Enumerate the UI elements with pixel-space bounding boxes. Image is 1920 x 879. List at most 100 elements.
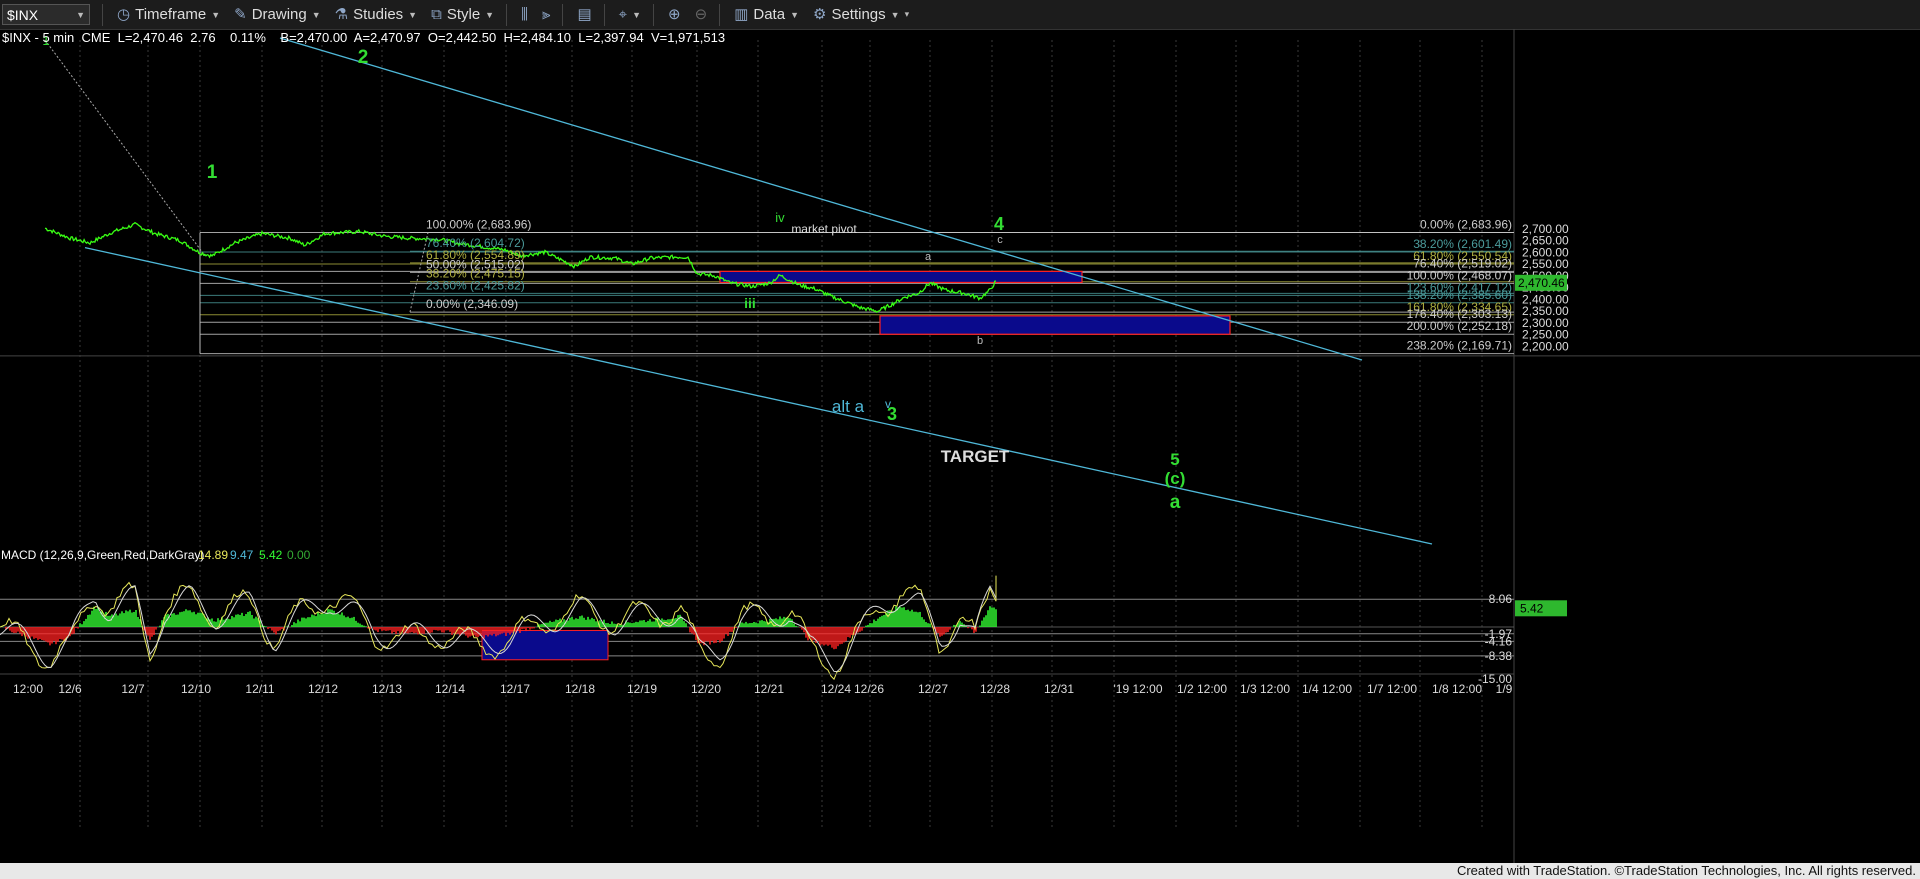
time-tick-label: 1/3 12:00 [1240,682,1290,696]
chevron-down-icon: ▼ [890,9,900,20]
info-bid: B=2,470.00 [280,30,348,45]
zoom-out-icon: ⊖ [694,6,708,23]
time-tick-label: 12/7 [121,682,145,696]
macd-value-1: 14.89 [198,548,228,562]
info-exchange: CME [81,30,111,45]
macd-tick-label: -8.38 [1485,649,1513,663]
target-label: TARGET [941,447,1010,466]
data-menu[interactable]: ▥ Data ▼ [734,6,799,23]
time-tick-label: 12:00 [13,682,43,696]
timeframe-menu[interactable]: ◷ Timeframe ▼ [117,6,220,23]
macd-tick-label: 8.06 [1489,592,1513,606]
grid [0,29,1920,863]
symbol-selector[interactable]: $INX ▼ [2,4,90,25]
wave-a-small: a [925,251,932,263]
info-open: O=2,442.50 [427,30,497,45]
style-menu[interactable]: ⧉ Style ▼ [431,6,494,23]
info-high: H=2,484.10 [503,30,572,45]
chevron-down-icon: ▼ [211,9,221,20]
wave-5-label: 5 [1170,450,1179,469]
settings-label: Settings [831,6,886,23]
flask-icon: ⚗ [334,6,349,23]
info-pct: 0.11% [230,30,266,45]
wave-c-paren-label: (c) [1165,469,1186,488]
time-tick-label: 12/27 [918,682,948,696]
drawing-menu[interactable]: ✎ Drawing ▼ [234,6,321,23]
macd-value-4: 0.00 [287,548,311,562]
macd-label: MACD (12,26,9,Green,Red,DarkGray) [1,548,204,562]
wave-1-label: 1 [207,162,218,183]
fib-label-left: 23.60% (2,425.82) [426,278,525,292]
time-tick-label: 12/31 [1044,682,1074,696]
wave-4-label: 4 [994,214,1004,234]
style-icon: ⧉ [431,6,442,23]
time-tick-label: 12/18 [565,682,595,696]
info-volume: V=1,971,513 [650,30,726,45]
current-price-label: 2,470.46 [1518,276,1565,290]
time-tick-label: 12/26 [854,682,884,696]
clock-icon: ◷ [117,6,131,23]
info-low: L=2,397.94 [578,30,644,45]
info-last: L=2,470.46 [117,30,184,45]
zoom-in-button[interactable]: ⊕ [668,7,681,22]
time-tick-label: 12/6 [58,682,82,696]
time-tick-label: 12/17 [500,682,530,696]
chevron-down-icon: ▼ [790,9,799,20]
symbol-value: $INX [7,6,39,23]
time-tick-label: 12/14 [435,682,465,696]
wave-2-label: 2 [358,47,369,68]
wave-c-small: c [997,234,1003,246]
wave-b-small: b [977,335,983,347]
info-name: $INX - 5 min [2,30,75,45]
bars-wide-icon: ⫸ [542,6,551,23]
time-tick-label: 12/20 [691,682,721,696]
zoom-in-icon: ⊕ [668,6,681,23]
drawing-label: Drawing [251,6,307,23]
time-tick-label: 12/12 [308,682,338,696]
timeframe-label: Timeframe [135,6,207,23]
chevron-down-icon: ▼ [76,9,85,20]
price-tick-label: 2,200.00 [1522,340,1569,354]
footer-credit: Created with TradeStation. ©TradeStation… [1456,863,1916,878]
wave-a-label: a [1170,492,1181,513]
studies-label: Studies [353,6,404,23]
chart-labels: 100.00% (2,683.96)76.40% (2,604.72)61.80… [1,33,1512,562]
info-change: 2.76 [190,30,216,45]
fib-label-left: 100.00% (2,683.96) [426,218,531,232]
time-tick-label: 12/24 [821,682,851,696]
pencil-icon: ✎ [234,6,247,23]
cursor-menu[interactable]: ⌖ ▼ [619,7,641,22]
layout-button[interactable]: ▤ [577,7,591,22]
time-tick-label: 1/8 12:00 [1432,682,1482,696]
symbol-info-bar: $INX - 5 min CME L=2,470.46 2.76 0.11% B… [2,30,725,45]
macd-value-3: 5.42 [259,548,283,562]
style-label: Style [446,6,481,23]
fib-label-left: 0.00% (2,346.09) [426,297,518,311]
fib-label-right: 0.00% (2,683.96) [1420,218,1512,232]
macd-tick-label: -4.16 [1485,634,1513,648]
toolbar: $INX ▼ ◷ Timeframe ▼ ✎ Drawing ▼ ⚗ Studi… [0,0,1920,30]
studies-menu[interactable]: ⚗ Studies ▼ [335,6,417,23]
price-chart[interactable]: 100.00% (2,683.96)76.40% (2,604.72)61.80… [0,29,1920,863]
channel-lower-line [84,246,1433,545]
chevron-down-icon: ▼ [408,9,418,20]
toolbar-divider [603,3,605,26]
time-tick-label: '19 12:00 [1113,682,1162,696]
data-label: Data [753,6,786,23]
zoom-out-button[interactable]: ⊖ [695,7,708,22]
bar-spacing-button[interactable]: ⫼ [521,7,528,22]
macd-current-label: 5.42 [1520,601,1544,615]
time-tick-label: 12/28 [980,682,1010,696]
bars-narrow-icon: ⫼ [521,6,528,23]
time-tick-label: 1/7 12:00 [1367,682,1417,696]
fib-anchor-dashed [44,39,206,257]
toolbar-divider [562,3,564,26]
bar-chart-icon: ▥ [734,6,749,23]
chevron-down-icon: ▾ [904,9,910,19]
layout-icon: ▤ [577,6,592,23]
gear-icon: ⚙ [812,6,827,23]
bar-spacing-wide-button[interactable]: ⫸ [542,7,550,22]
target-zone [879,315,1231,335]
crosshair-icon: ⌖ [618,6,628,23]
settings-menu[interactable]: ⚙ Settings ▼ ▾ [813,6,909,23]
